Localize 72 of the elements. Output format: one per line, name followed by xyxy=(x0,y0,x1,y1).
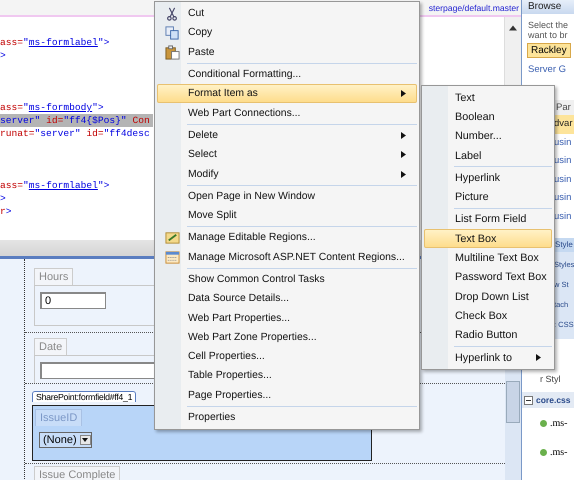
menu-item[interactable]: Radio Button xyxy=(424,326,552,345)
menu-item[interactable]: Label xyxy=(424,146,552,166)
list-item[interactable]: dvar xyxy=(554,115,574,134)
menu-item[interactable]: Picture xyxy=(424,187,552,207)
menu-item[interactable]: Cut xyxy=(157,4,417,24)
menu-item[interactable]: Password Text Box xyxy=(424,268,552,287)
menu-item[interactable]: Modify xyxy=(157,164,417,184)
menu-item[interactable]: Text Box xyxy=(424,229,552,248)
menu-item[interactable]: Conditional Formatting... xyxy=(157,64,417,84)
menu-item[interactable]: Delete xyxy=(157,126,417,146)
code-line: ass="ms-formlabel"> xyxy=(0,179,110,192)
field-label: Date xyxy=(34,338,68,355)
menu-item[interactable]: Web Part Connections... xyxy=(157,103,417,123)
bullet-icon xyxy=(540,420,547,427)
code-line: > xyxy=(0,49,7,62)
dropdown-arrow-icon xyxy=(80,435,91,445)
panel-description: Select the want to br xyxy=(527,19,570,40)
clipboard-icon xyxy=(164,44,180,60)
site-button[interactable]: Rackley xyxy=(527,43,571,58)
code-line: r> xyxy=(0,205,13,218)
menu-item[interactable]: Text xyxy=(424,88,552,108)
file-tab[interactable]: sterpage/default.master xyxy=(428,0,519,15)
code-line: ass="ms-formlabel"> xyxy=(0,36,110,49)
menu-item[interactable]: Show Common Control Tasks xyxy=(157,270,417,290)
menu-item[interactable]: Check Box xyxy=(424,306,552,326)
menu-item[interactable]: Paste xyxy=(157,42,417,62)
page-edit-icon xyxy=(164,230,180,246)
window-grid-icon xyxy=(164,250,180,265)
dropdown[interactable]: (None) xyxy=(39,432,92,448)
menu-item[interactable]: Manage Microsoft ASP.NET Content Regions... xyxy=(157,248,417,267)
menu-item[interactable]: Manage Editable Regions... xyxy=(157,228,417,248)
menu-item[interactable]: Data Source Details... xyxy=(157,289,417,308)
scissors-icon xyxy=(165,6,179,21)
code-line: runat="server" id="ff4desc xyxy=(0,127,151,140)
menu-item[interactable]: List Form Field xyxy=(424,210,552,230)
collapse-icon[interactable] xyxy=(524,396,533,404)
text-input[interactable]: 0 xyxy=(40,292,106,309)
code-line: > xyxy=(0,192,7,205)
section-header: Par xyxy=(554,100,574,115)
bullet-icon xyxy=(540,449,547,456)
menu-item[interactable]: Table Properties... xyxy=(157,366,417,386)
menu-item[interactable]: Page Properties... xyxy=(157,386,417,405)
menu-item[interactable]: Move Split xyxy=(157,206,417,226)
menu-item[interactable]: Web Part Properties... xyxy=(157,308,417,328)
menu-item[interactable]: Cell Properties... xyxy=(157,347,417,366)
field-label: Issue Complete xyxy=(34,466,120,480)
group-header[interactable]: core.css xyxy=(522,392,574,408)
style-rule[interactable]: .ms- xyxy=(550,447,568,458)
group-title: core.css xyxy=(536,395,570,405)
up-arrow-icon xyxy=(509,23,517,33)
field-label: Hours xyxy=(34,268,74,285)
menu-item[interactable]: Hyperlink to xyxy=(424,348,552,368)
menu-item[interactable]: Number... xyxy=(424,126,552,146)
menu-item[interactable]: Multiline Text Box xyxy=(424,248,552,268)
panel-tab[interactable]: Style xyxy=(554,238,574,252)
server-link[interactable]: Server G xyxy=(522,58,574,75)
menu-item[interactable]: Copy xyxy=(157,23,417,43)
menu-item[interactable]: Web Part Zone Properties... xyxy=(157,328,417,348)
menu-item[interactable]: Open Page in New Window xyxy=(157,186,417,206)
scrollbar-thumb[interactable] xyxy=(506,381,520,423)
panel-header: Browse xyxy=(522,0,574,14)
list-label: r Styl xyxy=(539,373,562,386)
copy-icon xyxy=(164,25,180,40)
field-label: IssueID xyxy=(35,409,82,426)
menu-item[interactable]: Format Item as xyxy=(157,84,417,104)
menu-item[interactable]: Select xyxy=(157,145,417,164)
control-tag: SharePoint:formfield#ff4_1 xyxy=(32,391,136,402)
menu-item[interactable]: Drop Down List xyxy=(424,286,552,306)
code-line: ass="ms-formbody"> xyxy=(0,101,105,114)
menu-item[interactable]: Hyperlink xyxy=(424,168,552,188)
menu-item[interactable]: Boolean xyxy=(424,107,552,127)
style-rule[interactable]: .ms- xyxy=(550,418,568,429)
